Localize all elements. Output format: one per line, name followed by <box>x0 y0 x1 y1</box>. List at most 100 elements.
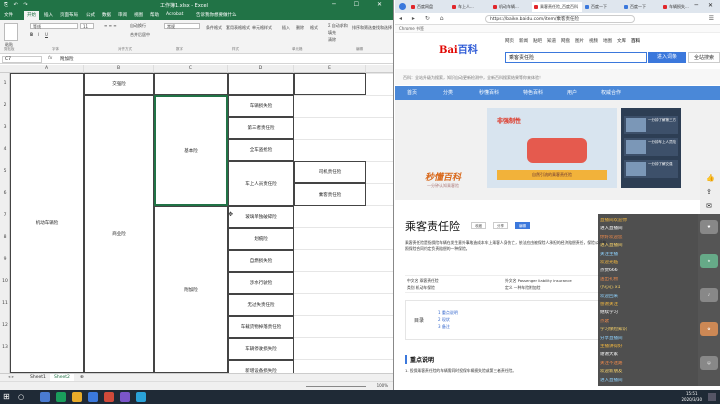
baidu-nav-item[interactable]: 知道 <box>547 38 556 44</box>
font-name-select[interactable]: 等线 <box>30 23 78 29</box>
browser-tab[interactable]: 百度一下 <box>622 2 660 12</box>
enter-entry-button[interactable]: 进入词条 <box>648 52 686 63</box>
fill-button[interactable]: 填充 <box>328 30 336 36</box>
cell-d-item[interactable]: 车辆损失险 <box>228 95 294 117</box>
find-select-button[interactable]: 查找和选择 <box>372 25 392 31</box>
browser-tab-active[interactable]: 乘客责任险_百度百科 <box>532 2 582 12</box>
cell-d-item[interactable]: 玻璃单独破碎险 <box>228 206 294 228</box>
underline-button[interactable]: U <box>45 32 48 37</box>
cell-jiben[interactable]: 基本险 <box>154 95 228 206</box>
column-header[interactable]: A <box>10 65 84 73</box>
cell-d-item[interactable]: 车上人员责任险 <box>228 161 294 206</box>
browser-taskbar-icon[interactable] <box>88 392 98 402</box>
video-item[interactable]: 一分钟了解第三方 <box>624 116 678 134</box>
column-header[interactable]: E <box>294 65 366 73</box>
cell-d-item[interactable]: 涉水行驶险 <box>228 272 294 294</box>
number-format-select[interactable]: 常规 <box>164 23 200 29</box>
gift-button[interactable]: ♥ <box>700 220 718 234</box>
gift-button[interactable]: ✿ <box>700 322 718 336</box>
gift-button[interactable]: ♪ <box>700 288 718 302</box>
edit-button[interactable]: 编辑 <box>515 222 530 229</box>
tab-acrobat[interactable]: Acrobat <box>166 12 183 17</box>
cell-d-item[interactable]: 全车盗抢险 <box>228 139 294 161</box>
browser-tab[interactable]: 车上人... <box>450 2 490 12</box>
start-icon[interactable]: ⊞ <box>3 392 10 401</box>
row-header[interactable]: 3 <box>0 125 10 130</box>
row-header[interactable]: 12 <box>0 323 10 328</box>
row-header[interactable]: 8 <box>0 235 10 240</box>
merge-center-button[interactable]: 合并后居中 <box>130 32 150 38</box>
cell-jiaoqiang[interactable]: 交强险 <box>84 73 154 95</box>
row-header[interactable]: 7 <box>0 213 10 218</box>
cell-e-item[interactable]: 司机责任险 <box>294 161 366 183</box>
app-icon[interactable] <box>136 392 146 402</box>
baidu-nav-item[interactable]: 图片 <box>575 38 584 44</box>
fx-icon[interactable]: fx <box>48 56 52 61</box>
baike-menu-item[interactable]: 权威合作 <box>601 89 621 96</box>
baidu-nav-item[interactable]: 网盘 <box>561 38 570 44</box>
baike-menu-item[interactable]: 秒懂百科 <box>479 89 499 96</box>
row-header[interactable]: 10 <box>0 279 10 284</box>
browser-window-controls[interactable]: ─ ✕ <box>694 2 717 9</box>
column-header[interactable]: D <box>228 65 294 73</box>
video-item[interactable]: 一分钟了解交强 <box>624 160 678 178</box>
row-header[interactable]: 9 <box>0 257 10 262</box>
align-icon[interactable]: ≡ ≡ ≡ <box>104 23 117 28</box>
baidu-nav-item[interactable]: 文库 <box>617 38 626 44</box>
baidu-nav-item[interactable]: 视频 <box>589 38 598 44</box>
tell-me-search[interactable]: 告诉我你想要做什么 <box>196 12 237 18</box>
baidu-nav-item[interactable]: 贴吧 <box>533 38 542 44</box>
column-header[interactable]: C <box>154 65 228 73</box>
cell-e-item[interactable]: 乘客责任险 <box>294 183 366 206</box>
nav-buttons-icon[interactable]: ◂ ▸ ↻ ⌂ <box>399 15 448 22</box>
tab-page-layout[interactable]: 页面布局 <box>60 12 78 18</box>
clear-button[interactable]: 清除 <box>328 37 336 43</box>
url-input[interactable]: https://baike.baidu.com/item/乘客责任险 <box>485 15 635 23</box>
cell-c1[interactable] <box>154 73 228 95</box>
site-search-button[interactable]: 全站搜索 <box>688 52 720 63</box>
cell-style-button[interactable]: 单元格样式 <box>252 25 272 31</box>
baidu-nav-item[interactable]: 网页 <box>505 38 514 44</box>
zoom-slider[interactable] <box>306 386 366 387</box>
search-icon[interactable]: ○ <box>18 393 24 401</box>
sort-filter-button[interactable]: 排序和筛选 <box>352 25 372 31</box>
zoom-level[interactable]: 100% <box>377 383 388 388</box>
video-item[interactable]: 一分钟车上人员险 <box>624 138 678 156</box>
italic-button[interactable]: I <box>38 32 39 37</box>
baidu-nav-item[interactable]: 新闻 <box>519 38 528 44</box>
browser-tab[interactable]: 机动车辆... <box>491 2 531 12</box>
baike-search-input[interactable]: 乘客责任险 <box>505 52 647 63</box>
baike-logo[interactable]: Bai百科 <box>439 41 478 56</box>
tab-formulas[interactable]: 公式 <box>86 12 95 18</box>
tab-home[interactable]: 开始 <box>24 11 39 20</box>
cell-d-item[interactable]: 第三者责任险 <box>228 117 294 139</box>
gift-button[interactable]: ☺ <box>700 356 718 370</box>
toc-item[interactable]: 1 重点说明 <box>438 309 458 316</box>
baidu-nav-item[interactable]: 百科 <box>631 38 640 44</box>
cell-d-item[interactable]: 车载货物掉落责任险 <box>228 316 294 338</box>
excel-taskbar-icon[interactable] <box>56 392 66 402</box>
window-controls[interactable]: ─ ☐ ✕ <box>332 1 390 8</box>
collect-button[interactable]: 收藏 <box>471 222 486 229</box>
row-header[interactable]: 11 <box>0 301 10 306</box>
cell-d-item[interactable]: 无过失责任险 <box>228 294 294 316</box>
font-size-select[interactable]: 11 <box>80 23 94 29</box>
delete-cells-button[interactable]: 删除 <box>296 25 304 31</box>
video-thumbnail[interactable]: 非强制性 自然引流的乘客责任险 <box>487 108 617 188</box>
column-header[interactable]: B <box>84 65 154 73</box>
formula-input[interactable]: 附加险 <box>60 56 74 62</box>
browser-tab[interactable]: 百度网盘 <box>409 2 449 12</box>
tab-file[interactable]: 文件 <box>4 12 13 18</box>
conditional-format-button[interactable]: 条件格式 <box>206 25 222 31</box>
share-button[interactable]: 分享 <box>493 222 508 229</box>
menu-icon[interactable]: ☰ <box>709 15 714 22</box>
cell-e1[interactable] <box>294 73 366 95</box>
toc-item[interactable]: 3 备注 <box>438 323 458 330</box>
baidu-nav-item[interactable]: 地图 <box>603 38 612 44</box>
wrap-text-button[interactable]: 自动换行 <box>130 23 146 29</box>
name-box[interactable]: C7 <box>2 56 42 63</box>
row-header[interactable]: 1 <box>0 81 10 86</box>
gift-button[interactable]: ★ <box>700 254 718 268</box>
share-icon[interactable]: ⇪ <box>706 188 712 196</box>
toc-item[interactable]: 2 现状 <box>438 316 458 323</box>
